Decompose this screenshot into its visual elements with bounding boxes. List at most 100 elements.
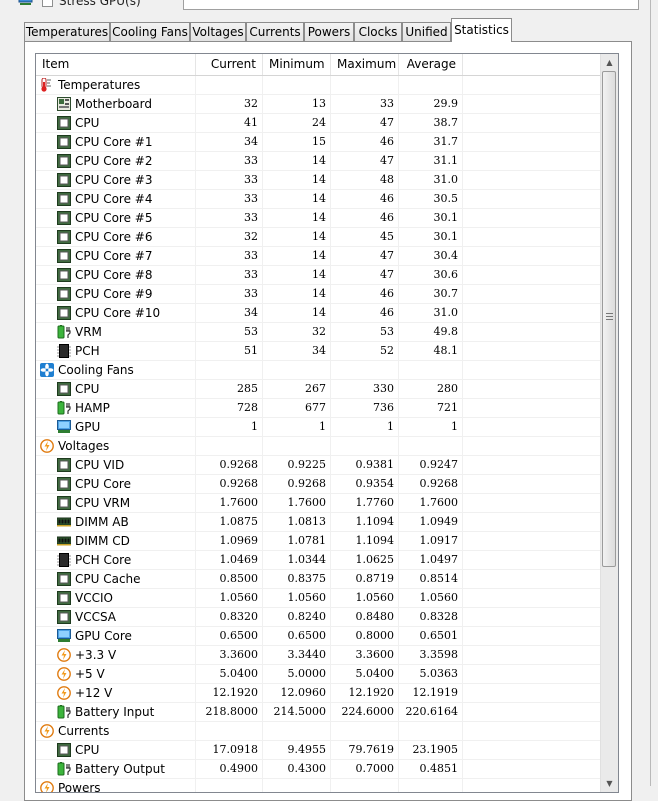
scrollbar-thumb[interactable]: [602, 71, 616, 567]
average-cell: 30.7: [399, 285, 463, 303]
table-row[interactable]: PCH Core 1.0469 1.0344 1.0625 1.0497: [36, 551, 602, 570]
item-cell: Cooling Fans: [36, 361, 196, 379]
table-row[interactable]: CPU Core #2 33 14 47 31.1: [36, 152, 602, 171]
group-row[interactable]: Powers: [36, 779, 602, 793]
table-row[interactable]: CPU Core #6 32 14 45 30.1: [36, 228, 602, 247]
chip-icon: [57, 211, 71, 225]
tab-powers[interactable]: Powers: [304, 22, 354, 41]
current-cell: [196, 722, 263, 740]
table-row[interactable]: VCCSA 0.8320 0.8240 0.8480 0.8328: [36, 608, 602, 627]
tab-cooling-fans[interactable]: Cooling Fans: [110, 22, 190, 41]
item-cell: GPU Core: [36, 627, 196, 645]
table-row[interactable]: CPU Core #1 34 15 46 31.7: [36, 133, 602, 152]
item-cell: GPU: [36, 418, 196, 436]
item-cell: CPU: [36, 741, 196, 759]
table-row[interactable]: CPU VRM 1.7600 1.7600 1.7760 1.7600: [36, 494, 602, 513]
average-cell: [399, 361, 463, 379]
average-cell: 0.9268: [399, 475, 463, 493]
item-cell: CPU: [36, 114, 196, 132]
table-row[interactable]: CPU Core #7 33 14 47 30.4: [36, 247, 602, 266]
maximum-cell: 47: [331, 247, 399, 265]
statistics-list: Item Current Minimum Maximum Average Tem…: [35, 53, 619, 793]
item-cell: Currents: [36, 722, 196, 740]
table-row[interactable]: GPU 1 1 1 1: [36, 418, 602, 437]
table-row[interactable]: Battery Output 0.4900 0.4300 0.7000 0.4851: [36, 760, 602, 779]
tab-unified[interactable]: Unified: [402, 22, 451, 41]
maximum-cell: 0.8480: [331, 608, 399, 626]
table-row[interactable]: DIMM AB 1.0875 1.0813 1.1094 1.0949: [36, 513, 602, 532]
group-row[interactable]: Currents: [36, 722, 602, 741]
minimum-cell: [263, 437, 331, 455]
maximum-cell: 52: [331, 342, 399, 360]
item-label: Cooling Fans: [58, 363, 134, 377]
minimum-cell: 0.8375: [263, 570, 331, 588]
arrow-down-icon[interactable]: ▼: [601, 775, 618, 792]
average-cell: 12.1919: [399, 684, 463, 702]
current-cell: 5.0400: [196, 665, 263, 683]
maximum-cell: 12.1920: [331, 684, 399, 702]
column-current[interactable]: Current: [196, 54, 263, 75]
column-average[interactable]: Average: [399, 54, 463, 75]
table-row[interactable]: CPU Core #8 33 14 47 30.6: [36, 266, 602, 285]
tab-voltages[interactable]: Voltages: [190, 22, 246, 41]
table-row[interactable]: CPU Core #5 33 14 46 30.1: [36, 209, 602, 228]
table-row[interactable]: CPU Core 0.9268 0.9268 0.9354 0.9268: [36, 475, 602, 494]
table-row[interactable]: DIMM CD 1.0969 1.0781 1.1094 1.0917: [36, 532, 602, 551]
current-cell: 34: [196, 133, 263, 151]
group-row[interactable]: Voltages: [36, 437, 602, 456]
voltage-icon: [57, 667, 71, 681]
table-row[interactable]: +3.3 V 3.3600 3.3440 3.3600 3.3598: [36, 646, 602, 665]
chip-icon: [57, 306, 71, 320]
gpu-icon: [57, 629, 71, 643]
current-cell: 33: [196, 152, 263, 170]
column-item[interactable]: Item: [36, 54, 196, 75]
column-minimum[interactable]: Minimum: [263, 54, 331, 75]
table-row[interactable]: CPU Core #4 33 14 46 30.5: [36, 190, 602, 209]
item-cell: VCCIO: [36, 589, 196, 607]
group-row[interactable]: Cooling Fans: [36, 361, 602, 380]
group-row[interactable]: Temperatures: [36, 76, 602, 95]
current-cell: 1.0969: [196, 532, 263, 550]
current-cell: 1.0469: [196, 551, 263, 569]
table-row[interactable]: CPU Core #3 33 14 48 31.0: [36, 171, 602, 190]
maximum-cell: 48: [331, 171, 399, 189]
item-label: Powers: [58, 781, 101, 793]
table-row[interactable]: CPU Core #9 33 14 46 30.7: [36, 285, 602, 304]
current-cell: 33: [196, 209, 263, 227]
average-cell: 0.8328: [399, 608, 463, 626]
table-row[interactable]: CPU 41 24 47 38.7: [36, 114, 602, 133]
minimum-cell: 267: [263, 380, 331, 398]
table-row[interactable]: GPU Core 0.6500 0.6500 0.8000 0.6501: [36, 627, 602, 646]
table-row[interactable]: VRM 53 32 53 49.8: [36, 323, 602, 342]
maximum-cell: [331, 437, 399, 455]
table-row[interactable]: PCH 51 34 52 48.1: [36, 342, 602, 361]
table-row[interactable]: CPU Core #10 34 14 46 31.0: [36, 304, 602, 323]
item-label: DIMM AB: [75, 515, 129, 529]
table-row[interactable]: VCCIO 1.0560 1.0560 1.0560 1.0560: [36, 589, 602, 608]
table-row[interactable]: HAMP 728 677 736 721: [36, 399, 602, 418]
minimum-cell: 14: [263, 171, 331, 189]
table-row[interactable]: CPU 17.0918 9.4955 79.7619 23.1905: [36, 741, 602, 760]
tab-temperatures[interactable]: Temperatures: [24, 22, 110, 41]
current-cell: 53: [196, 323, 263, 341]
stress-gpu-checkbox[interactable]: [42, 0, 53, 7]
table-row[interactable]: +12 V 12.1920 12.0960 12.1920 12.1919: [36, 684, 602, 703]
table-row[interactable]: CPU Cache 0.8500 0.8375 0.8719 0.8514: [36, 570, 602, 589]
vertical-scrollbar[interactable]: ▲ ▼: [600, 54, 618, 792]
item-cell: CPU VID: [36, 456, 196, 474]
item-label: Currents: [58, 724, 110, 738]
column-maximum[interactable]: Maximum: [331, 54, 399, 75]
arrow-up-icon[interactable]: ▲: [601, 54, 618, 71]
tab-clocks[interactable]: Clocks: [354, 22, 402, 41]
table-row[interactable]: Motherboard 32 13 33 29.9: [36, 95, 602, 114]
tab-statistics[interactable]: Statistics: [451, 18, 512, 42]
table-row[interactable]: CPU VID 0.9268 0.9225 0.9381 0.9247: [36, 456, 602, 475]
maximum-cell: 47: [331, 266, 399, 284]
maximum-cell: 79.7619: [331, 741, 399, 759]
table-row[interactable]: CPU 285 267 330 280: [36, 380, 602, 399]
table-row[interactable]: Battery Input 218.8000 214.5000 224.6000 220…: [36, 703, 602, 722]
minimum-cell: 0.4300: [263, 760, 331, 778]
table-row[interactable]: +5 V 5.0400 5.0000 5.0400 5.0363: [36, 665, 602, 684]
current-cell: 0.9268: [196, 456, 263, 474]
tab-currents[interactable]: Currents: [246, 22, 304, 41]
